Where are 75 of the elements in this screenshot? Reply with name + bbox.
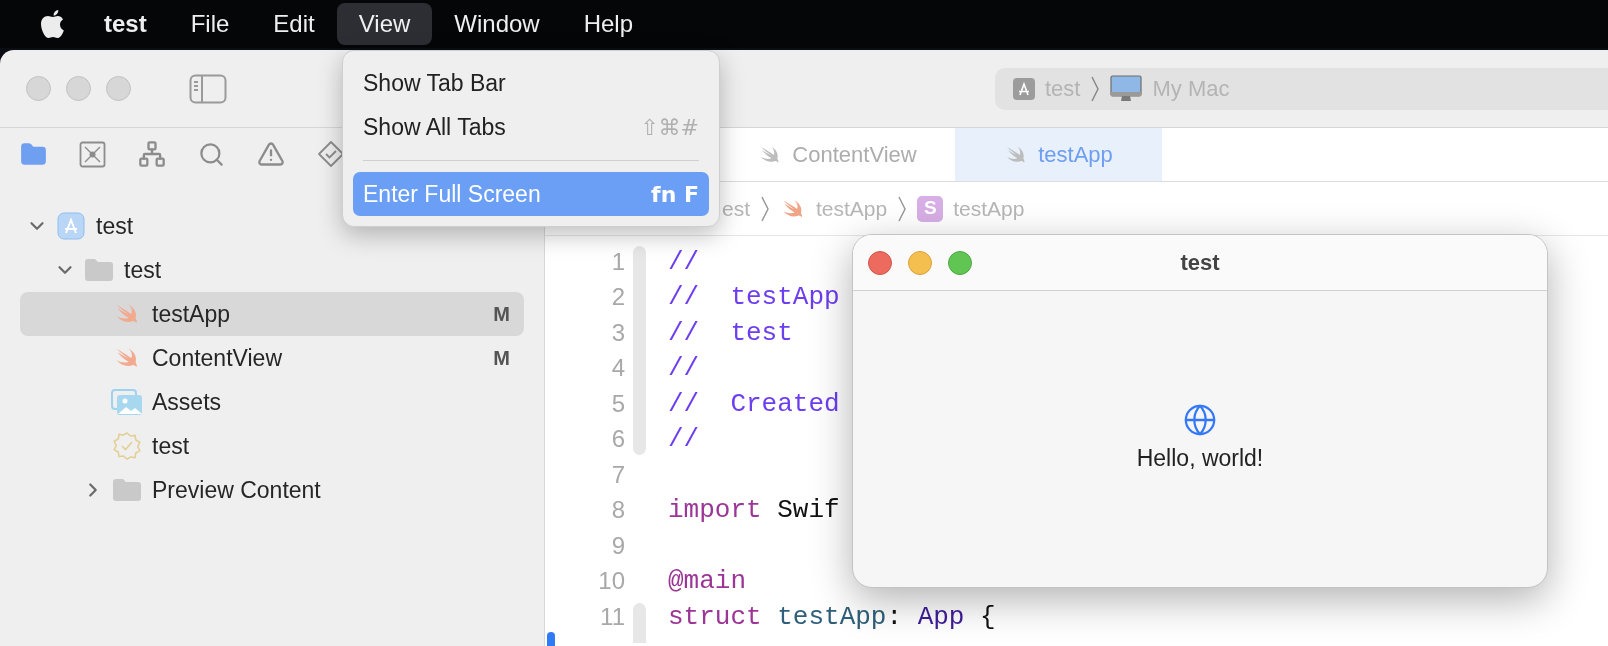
diamond-check-icon[interactable] xyxy=(317,140,345,168)
app-icon xyxy=(1013,77,1035,100)
app-icon xyxy=(57,212,85,240)
keyboard-shortcut: fn F xyxy=(651,180,699,209)
seal-check-icon xyxy=(112,431,142,461)
file-name: Preview Content xyxy=(152,475,321,505)
line-number: 4 xyxy=(610,353,625,384)
file-tree-item[interactable]: Preview Content xyxy=(20,468,524,512)
code-line: // Created xyxy=(668,387,840,420)
code-line: // xyxy=(668,245,700,278)
menu-item[interactable]: Show All Tabs ⇧⌘# xyxy=(353,105,709,149)
code-line: struct testApp: App { xyxy=(668,600,996,633)
window-control[interactable] xyxy=(106,76,131,101)
file-name: test xyxy=(96,211,134,241)
code-line: // xyxy=(668,423,700,456)
window-control[interactable] xyxy=(26,76,51,101)
zoom-button[interactable] xyxy=(948,251,972,275)
warning-icon[interactable] xyxy=(257,140,285,168)
line-number: 7 xyxy=(610,459,625,490)
menu-bar-item[interactable]: View xyxy=(336,3,433,45)
globe-icon xyxy=(1183,402,1217,437)
code-line: @main xyxy=(668,565,746,598)
menu-bar-item[interactable]: Edit xyxy=(251,3,337,45)
chevron-right-icon xyxy=(897,195,908,222)
line-number: 3 xyxy=(610,317,625,348)
menu-bar-item[interactable]: test xyxy=(82,3,169,45)
sidebar-toggle-icon[interactable] xyxy=(189,73,227,104)
code-line: // testApp xyxy=(668,281,840,314)
modified-status: M xyxy=(493,302,510,327)
line-number: 8 xyxy=(610,495,625,526)
menu-item[interactable]: Show Tab Bar xyxy=(353,61,709,105)
struct-badge: S xyxy=(917,195,944,222)
apple-icon[interactable] xyxy=(40,9,66,39)
file-tree-item[interactable]: test xyxy=(20,248,524,292)
minimize-button[interactable] xyxy=(908,251,932,275)
modified-status: M xyxy=(493,346,510,371)
line-number: 1 xyxy=(610,246,625,277)
line-number: 5 xyxy=(610,388,625,419)
close-button[interactable] xyxy=(868,251,892,275)
line-number: 2 xyxy=(610,282,625,313)
code-line: import Swif xyxy=(668,494,840,527)
file-tree-item[interactable]: testApp M xyxy=(20,292,524,336)
file-name: test xyxy=(152,431,190,461)
search-icon[interactable] xyxy=(198,140,225,168)
change-indicator xyxy=(547,632,555,646)
file-name: ContentView xyxy=(152,343,282,373)
code-fold-ribbon xyxy=(633,603,646,643)
line-number: 9 xyxy=(610,530,625,561)
file-tree-item[interactable]: Assets xyxy=(20,380,524,424)
line-number: 10 xyxy=(597,566,625,597)
menu-bar-item[interactable]: Window xyxy=(432,3,562,45)
hierarchy-icon[interactable] xyxy=(138,140,166,168)
file-name: testApp xyxy=(152,299,230,329)
greeting-text: Hello, world! xyxy=(1136,443,1264,473)
menu-bar-item[interactable]: File xyxy=(168,3,252,45)
chevron-right-icon xyxy=(760,195,770,222)
monitor-icon xyxy=(1110,74,1143,103)
window-title: test xyxy=(1180,249,1220,277)
file-tree-item[interactable]: ContentView M xyxy=(20,336,524,380)
folder-icon xyxy=(112,478,142,502)
code-line: // xyxy=(668,352,700,385)
line-number: 11 xyxy=(599,601,625,632)
window-control[interactable] xyxy=(66,76,91,101)
square-cross-icon[interactable] xyxy=(79,140,106,168)
file-name: test xyxy=(124,255,162,285)
folder-icon[interactable] xyxy=(20,140,47,168)
code-line: // test xyxy=(668,316,793,349)
line-number: 6 xyxy=(610,424,625,455)
folder-icon xyxy=(84,258,114,282)
keyboard-shortcut: ⇧⌘# xyxy=(640,113,699,142)
images-icon xyxy=(111,388,143,416)
menu-bar-item[interactable]: Help xyxy=(561,3,656,45)
file-tree-item[interactable]: test xyxy=(20,424,524,468)
file-name: Assets xyxy=(152,387,222,417)
chevron-right-icon xyxy=(1090,75,1101,102)
